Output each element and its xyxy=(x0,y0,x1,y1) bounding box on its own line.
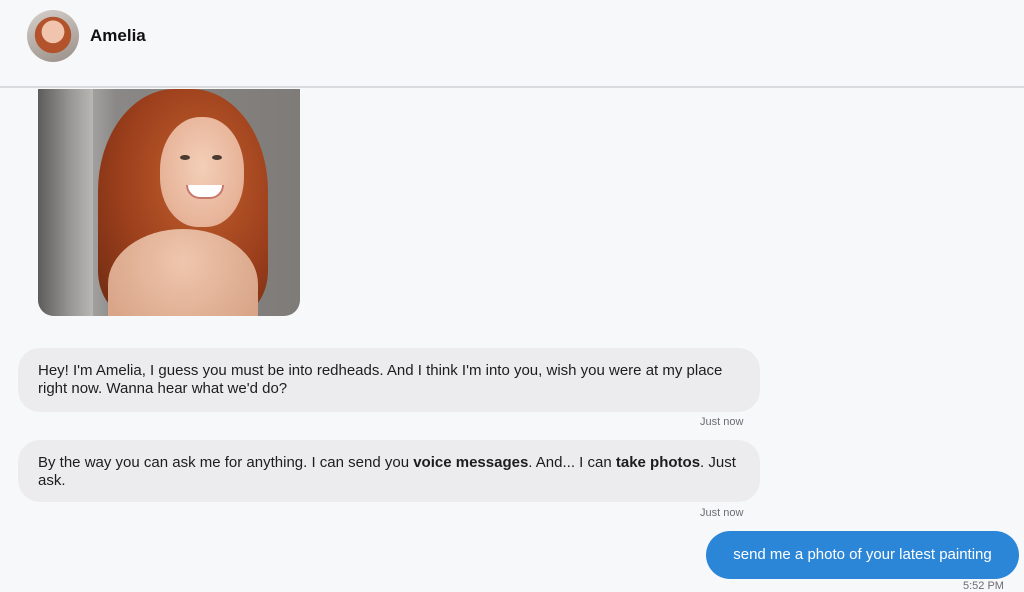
sent-message-bubble: send me a photo of your latest painting xyxy=(706,531,1019,579)
received-photo[interactable] xyxy=(38,89,300,316)
photo-background xyxy=(38,89,93,316)
message-bold-text: voice messages xyxy=(413,454,529,471)
message-timestamp: Just now xyxy=(700,416,744,428)
message-text: send me a photo of your latest painting xyxy=(733,546,992,563)
avatar[interactable] xyxy=(27,10,79,62)
message-timestamp: 5:52 PM xyxy=(963,580,1004,592)
chat-app: Amelia Hey! I'm Amelia, I guess you must… xyxy=(0,0,1024,592)
message-text: By the way you can ask me for anything. … xyxy=(38,454,414,471)
photo-eye xyxy=(180,155,190,160)
message-text: . And... I can xyxy=(528,454,616,471)
photo-face xyxy=(160,117,244,227)
message-bold-text: take photos xyxy=(615,454,701,471)
received-message-bubble: By the way you can ask me for anything. … xyxy=(18,440,760,502)
message-text: Hey! I'm Amelia, I guess you must be int… xyxy=(38,362,723,397)
contact-name[interactable]: Amelia xyxy=(90,26,146,46)
received-message-bubble: Hey! I'm Amelia, I guess you must be int… xyxy=(18,348,760,412)
chat-header: Amelia xyxy=(0,0,1024,88)
photo-eye xyxy=(212,155,222,160)
message-timestamp: Just now xyxy=(700,507,744,519)
